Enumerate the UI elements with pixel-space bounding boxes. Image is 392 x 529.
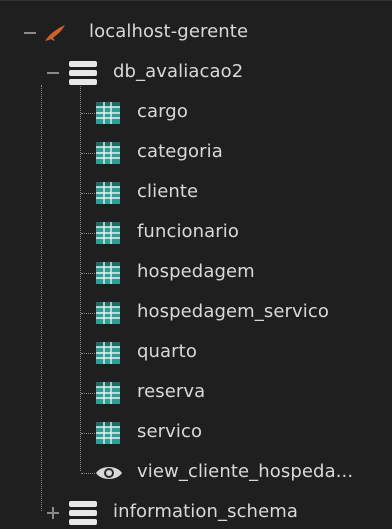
tree-guide-line <box>81 233 95 234</box>
tree-guide-line <box>81 113 95 114</box>
tree-node-table[interactable]: servico <box>0 417 392 449</box>
tree-node-table[interactable]: cargo <box>0 97 392 129</box>
table-icon <box>96 422 120 444</box>
table-label: reserva <box>137 381 206 402</box>
tree-node-table[interactable]: funcionario <box>0 217 392 249</box>
view-label: view_cliente_hospeda... <box>137 461 354 482</box>
server-label: localhost-gerente <box>89 21 249 42</box>
tree-node-server[interactable]: localhost-gerente <box>0 17 392 49</box>
database-label: db_avaliacao2 <box>113 61 244 82</box>
tree-node-table[interactable]: reserva <box>0 377 392 409</box>
table-label: funcionario <box>137 221 240 242</box>
tree-guide-line <box>81 153 95 154</box>
table-label: quarto <box>137 341 197 362</box>
tree-guide-line <box>81 273 95 274</box>
table-icon <box>96 182 120 204</box>
dolphin-icon <box>45 25 65 41</box>
table-label: cliente <box>137 181 199 202</box>
expand-icon[interactable] <box>46 506 60 520</box>
collapse-icon[interactable] <box>46 66 60 80</box>
table-icon <box>96 382 120 404</box>
tree-node-view[interactable]: view_cliente_hospeda... <box>0 457 392 489</box>
tree-node-table[interactable]: hospedagem_servico <box>0 297 392 329</box>
tree-node-database[interactable]: db_avaliacao2 <box>0 57 392 89</box>
database-label: information_schema <box>113 501 299 522</box>
tree-guide-line <box>81 353 95 354</box>
tree-node-table[interactable]: quarto <box>0 337 392 369</box>
table-label: hospedagem_servico <box>137 301 330 322</box>
tree-guide-line <box>81 313 95 314</box>
object-tree: localhost-gerente db_avaliacao2 cargo cat… <box>0 0 392 528</box>
table-icon <box>96 102 120 124</box>
tree-guide-line <box>81 433 95 434</box>
database-icon <box>69 501 97 525</box>
table-label: cargo <box>137 101 188 122</box>
table-label: servico <box>137 421 203 442</box>
eye-icon <box>96 467 122 479</box>
table-label: categoria <box>137 141 223 162</box>
table-icon <box>96 142 120 164</box>
tree-node-table[interactable]: cliente <box>0 177 392 209</box>
table-icon <box>96 302 120 324</box>
tree-guide-line <box>81 193 95 194</box>
database-icon <box>69 61 97 85</box>
tree-guide-line <box>81 473 95 474</box>
tree-guide-line <box>81 393 95 394</box>
table-icon <box>96 222 120 244</box>
table-label: hospedagem <box>137 261 255 282</box>
tree-node-table[interactable]: categoria <box>0 137 392 169</box>
table-icon <box>96 342 120 364</box>
collapse-icon[interactable] <box>23 26 37 40</box>
tree-node-database[interactable]: information_schema <box>0 497 392 529</box>
table-icon <box>96 262 120 284</box>
tree-node-table[interactable]: hospedagem <box>0 257 392 289</box>
